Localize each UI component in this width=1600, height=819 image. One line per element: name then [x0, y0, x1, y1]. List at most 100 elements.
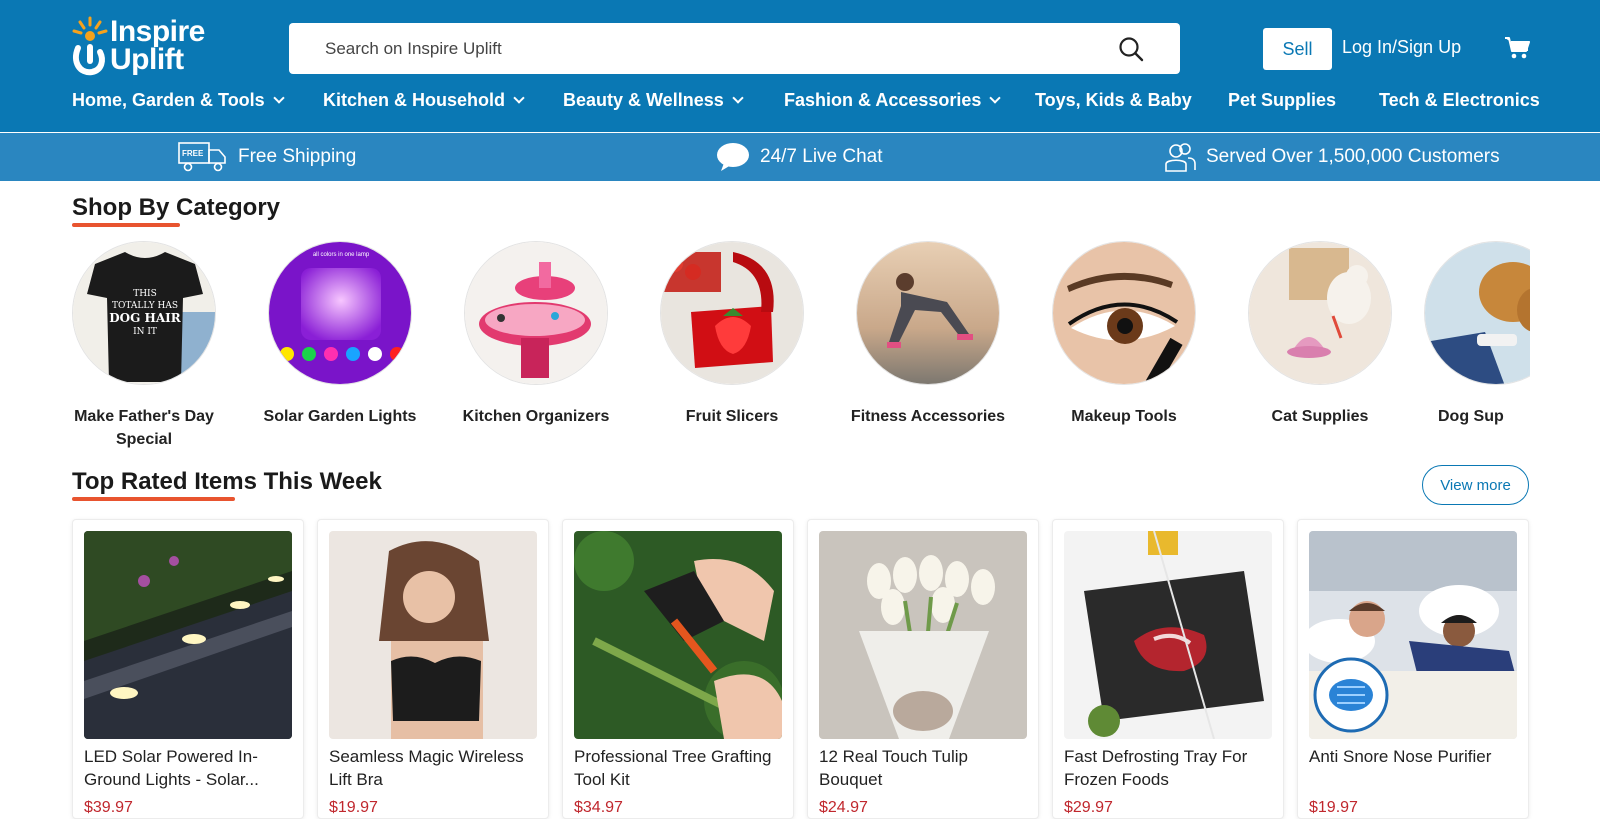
chevron-down-icon: [732, 92, 744, 104]
nav-item-beauty-wellness[interactable]: Beauty & Wellness: [563, 90, 744, 111]
product-title: Anti Snore Nose Purifier: [1309, 747, 1492, 766]
nav-item-kitchen-household[interactable]: Kitchen & Household: [323, 90, 525, 111]
benefits-bar: FREE Free Shipping 24/7 Live Chat Served…: [0, 133, 1600, 181]
site-header: Inspire Uplift Sell Log In/Sign Up Home,…: [0, 0, 1600, 132]
svg-text:TOTALLY HAS: TOTALLY HAS: [112, 301, 178, 311]
category-item[interactable]: Dog Sup: [1418, 241, 1530, 428]
nav-label: Home, Garden & Tools: [72, 90, 265, 110]
chevron-down-icon: [273, 92, 285, 104]
product-title: Fast Defrosting Tray For Frozen Foods: [1064, 747, 1248, 789]
product-image: [84, 531, 292, 739]
category-item[interactable]: all colors in one lamp Solar Garden Ligh…: [242, 241, 438, 428]
product-price: $34.97: [574, 799, 623, 816]
category-item[interactable]: THIS TOTALLY HAS DOG HAIR IN IT Make Fat…: [46, 241, 242, 451]
product-image: [329, 531, 537, 739]
search-input[interactable]: [325, 23, 1085, 74]
benefit-live-chat: 24/7 Live Chat: [716, 133, 883, 181]
product-card[interactable]: LED Solar Powered In-Ground Lights - Sol…: [72, 519, 304, 819]
nav-item-pet-supplies[interactable]: Pet Supplies: [1228, 90, 1336, 111]
product-price: $19.97: [1309, 799, 1358, 816]
logo-wordmark: Inspire Uplift: [110, 15, 205, 76]
nav-item-tech-electronics[interactable]: Tech & Electronics: [1379, 90, 1540, 111]
logo-line2: Uplift: [110, 43, 184, 76]
logo-line1: Inspire: [110, 15, 205, 48]
svg-text:THIS: THIS: [133, 289, 157, 299]
free-shipping-truck-icon: FREE: [178, 142, 226, 172]
category-item[interactable]: Cat Supplies: [1222, 241, 1418, 428]
category-label: Dog Sup: [1438, 408, 1504, 425]
category-image-dog: [1424, 241, 1530, 385]
chat-bubble-icon: [717, 143, 749, 171]
product-price: $39.97: [84, 799, 133, 816]
sell-button[interactable]: Sell: [1263, 28, 1332, 70]
benefit-label: Served Over 1,500,000 Customers: [1206, 146, 1500, 167]
category-image-organizer: [464, 241, 608, 385]
chevron-down-icon: [513, 92, 525, 104]
view-more-button[interactable]: View more: [1422, 465, 1529, 505]
category-label: Makeup Tools: [1071, 408, 1177, 425]
category-image-fitness: [856, 241, 1000, 385]
nav-label: Beauty & Wellness: [563, 90, 724, 110]
product-card[interactable]: 12 Real Touch Tulip Bouquet $24.97: [807, 519, 1039, 819]
product-image: [819, 531, 1027, 739]
category-clip: Dog Sup: [1418, 236, 1530, 456]
nav-item-home-garden-tools[interactable]: Home, Garden & Tools: [72, 90, 285, 111]
product-price: $19.97: [329, 799, 378, 816]
main-nav: Home, Garden & Tools Kitchen & Household…: [72, 90, 1540, 116]
product-title: 12 Real Touch Tulip Bouquet: [819, 747, 969, 789]
benefit-free-shipping: FREE Free Shipping: [178, 133, 356, 181]
product-card[interactable]: Fast Defrosting Tray For Frozen Foods $2…: [1052, 519, 1284, 819]
category-image-tshirt: THIS TOTALLY HAS DOG HAIR IN IT: [72, 241, 216, 385]
customers-icon: [1165, 143, 1196, 172]
svg-text:DOG HAIR: DOG HAIR: [109, 311, 182, 325]
category-image-cat-supplies: [1248, 241, 1392, 385]
category-item[interactable]: Fitness Accessories: [830, 241, 1026, 428]
product-price: $29.97: [1064, 799, 1113, 816]
svg-text:IN IT: IN IT: [133, 327, 157, 337]
section-title-shop-by-category: Shop By Category: [72, 194, 281, 221]
category-item[interactable]: Fruit Slicers: [634, 241, 830, 428]
nav-label: Pet Supplies: [1228, 90, 1337, 110]
product-card[interactable]: Professional Tree Grafting Tool Kit $34.…: [562, 519, 794, 819]
chevron-down-icon: [989, 92, 1002, 104]
product-card[interactable]: Anti Snore Nose Purifier $19.97: [1297, 519, 1529, 819]
search-bar: [289, 23, 1180, 74]
login-signup-link[interactable]: Log In/Sign Up: [1342, 37, 1461, 58]
product-title: Seamless Magic Wireless Lift Bra: [329, 747, 524, 789]
category-label: Make Father's Day Special: [74, 408, 214, 448]
category-label: Solar Garden Lights: [263, 408, 417, 425]
title-underline: [72, 497, 235, 501]
cart-icon[interactable]: [1504, 36, 1530, 60]
category-item[interactable]: Kitchen Organizers: [438, 241, 634, 428]
category-label: Fitness Accessories: [850, 408, 1006, 425]
nav-label: Toys, Kids & Baby: [1035, 90, 1192, 110]
nav-label: Fashion & Accessories: [784, 90, 982, 110]
logo[interactable]: Inspire Uplift: [70, 16, 210, 78]
product-image: [1064, 531, 1272, 739]
nav-label: Kitchen & Household: [323, 90, 506, 110]
logo-mark-icon: [72, 16, 108, 76]
benefit-label: Free Shipping: [238, 146, 357, 167]
product-card[interactable]: Seamless Magic Wireless Lift Bra $19.97: [317, 519, 549, 819]
free-badge-text: FREE: [182, 149, 204, 158]
category-label: Kitchen Organizers: [462, 408, 610, 425]
product-image: [1309, 531, 1517, 739]
benefit-label: 24/7 Live Chat: [760, 146, 883, 167]
product-title: Professional Tree Grafting Tool Kit: [574, 747, 772, 789]
product-title: LED Solar Powered In-Ground Lights - Sol…: [84, 747, 259, 789]
svg-text:all colors in one lamp: all colors in one lamp: [313, 252, 370, 258]
title-underline: [72, 223, 180, 227]
nav-label: Tech & Electronics: [1379, 90, 1540, 110]
product-price: $24.97: [819, 799, 868, 816]
search-icon[interactable]: [1118, 36, 1144, 62]
benefit-customers: Served Over 1,500,000 Customers: [1164, 133, 1500, 181]
nav-item-fashion-accessories[interactable]: Fashion & Accessories: [784, 90, 1002, 111]
category-label: Cat Supplies: [1271, 408, 1369, 425]
category-item[interactable]: Makeup Tools: [1026, 241, 1222, 428]
category-image-makeup: [1052, 241, 1196, 385]
category-image-solar-lights: all colors in one lamp: [268, 241, 412, 385]
nav-item-toys-kids-baby[interactable]: Toys, Kids & Baby: [1035, 90, 1192, 111]
section-title-top-rated: Top Rated Items This Week: [72, 468, 382, 495]
category-image-fruit-slicer: [660, 241, 804, 385]
product-image: [574, 531, 782, 739]
